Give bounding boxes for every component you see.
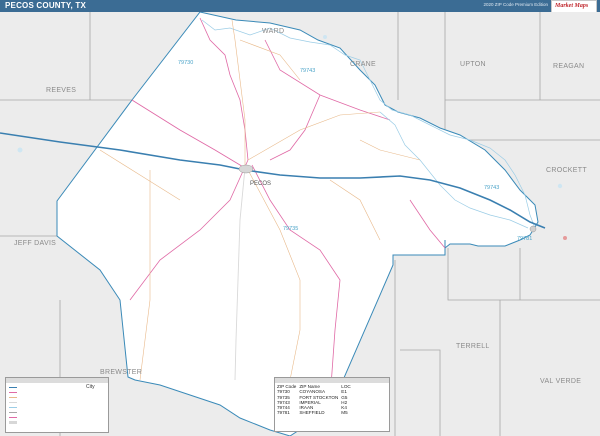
legend-row-river <box>9 405 49 409</box>
legend-row-us-highway <box>9 390 49 394</box>
map-legend: City <box>5 377 109 433</box>
edition-label: 2020 ZIP Code Premium Edition <box>483 2 548 7</box>
logo-text: Market Maps <box>555 3 589 9</box>
county-label-ward: WARD <box>262 28 284 35</box>
county-label-reagan: REAGAN <box>553 63 584 70</box>
county-map: WARD CRANE REEVES UPTON REAGAN CROCKETT … <box>0 12 600 436</box>
county-label-crane: CRANE <box>350 61 376 68</box>
county-label-terrell: TERRELL <box>456 343 490 350</box>
map-frame: PECOS COUNTY, TX 2020 ZIP Code Premium E… <box>0 0 600 436</box>
legend-row-interstate <box>9 385 49 389</box>
legend-title-bar <box>6 378 108 383</box>
zip-code-table: ZIP Code ZIP Name LOC 79730 COYANOSA E1 … <box>274 377 390 432</box>
zip-grid: ZIP Code ZIP Name LOC 79730 COYANOSA E1 … <box>277 384 354 416</box>
sheffield-marker <box>529 225 537 233</box>
zip-label-79730: 79730 <box>178 60 193 66</box>
table-row: 79730 COYANOSA E1 <box>277 389 354 394</box>
legend-row-local-road <box>9 400 49 404</box>
county-label-upton: UPTON <box>460 61 486 68</box>
table-row: 79781 SHEFFIELD M5 <box>277 410 354 415</box>
legend-row-state-highway <box>9 395 49 399</box>
county-label-crockett: CROCKETT <box>546 167 587 174</box>
legend-row-zip-line <box>9 415 49 419</box>
county-label-reeves: REEVES <box>46 87 76 94</box>
zip-label-79743-east: 79743 <box>484 185 499 191</box>
zip-label-79781: 79781 <box>517 236 532 242</box>
lake-2 <box>323 35 327 39</box>
lake-3 <box>557 183 563 189</box>
lake-1 <box>17 147 23 153</box>
fort-stockton-urban-area <box>238 164 254 174</box>
legend-row-urban <box>9 420 49 424</box>
zip-label-79735: 79735 <box>283 226 298 232</box>
zip-loc-cell: M5 <box>341 410 348 416</box>
legend-row-county-line <box>9 410 49 414</box>
zip-label-79743-north: 79743 <box>300 68 315 74</box>
county-label-brewster: BREWSTER <box>100 369 142 376</box>
county-label-jeff-davis: JEFF DAVIS <box>14 240 56 247</box>
map-title: PECOS COUNTY, TX <box>5 1 86 10</box>
county-label-val-verde: VAL VERDE <box>540 378 581 385</box>
zip-code-cell: 79781 <box>277 410 290 416</box>
zip-table-title-bar <box>275 378 389 383</box>
place-label-pecos: PECOS <box>250 181 271 187</box>
zip-name-cell: SHEFFIELD <box>299 410 325 416</box>
legend-city-label: City <box>86 384 95 390</box>
map-header: PECOS COUNTY, TX 2020 ZIP Code Premium E… <box>0 0 600 12</box>
red-landmark <box>563 236 567 240</box>
